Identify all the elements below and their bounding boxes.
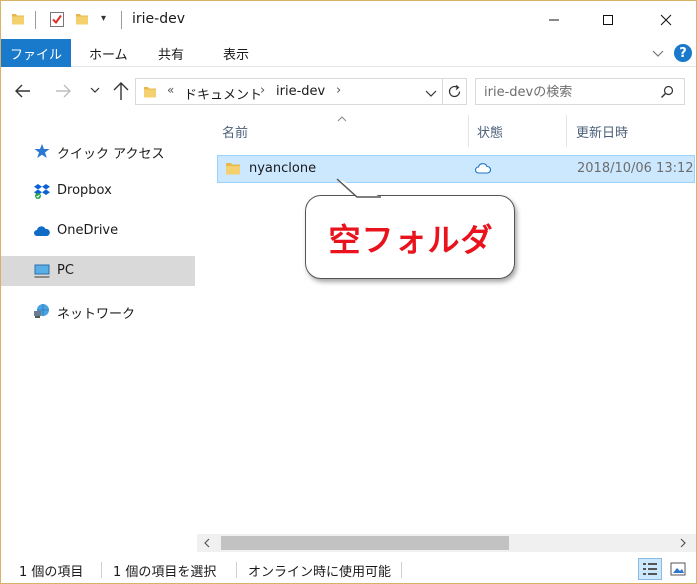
scroll-left-icon[interactable] (201, 536, 213, 550)
pc-icon (34, 264, 50, 278)
sidebar-item-label: OneDrive (57, 223, 119, 238)
breadcrumb-irie-dev[interactable]: irie-dev (276, 84, 325, 99)
folder-icon (226, 163, 240, 175)
address-overflow[interactable]: « (167, 83, 174, 97)
star-icon (34, 144, 50, 158)
column-header-status[interactable]: 状態 (477, 115, 503, 147)
column-divider[interactable] (468, 115, 469, 147)
dropbox-icon (34, 184, 50, 199)
tab-share[interactable]: 共有 (158, 39, 184, 67)
large-icons-view-button[interactable] (666, 558, 690, 580)
sidebar-item-network[interactable]: ネットワーク (1, 296, 195, 326)
search-icon[interactable] (660, 85, 674, 99)
address-bar[interactable]: « ドキュメント › irie-dev › (135, 78, 443, 105)
minimize-icon (549, 19, 559, 21)
breadcrumb-documents[interactable]: ドキュメント (184, 84, 262, 103)
address-dropdown-icon[interactable] (425, 87, 437, 99)
ribbon-tabs: ファイル ホーム 共有 表示 ? (1, 39, 696, 67)
back-arrow-icon[interactable] (13, 81, 33, 101)
network-icon (34, 304, 49, 318)
sidebar-item-label: PC (57, 263, 74, 278)
folder-icon[interactable] (11, 12, 25, 26)
close-icon (660, 14, 672, 26)
scrollbar-thumb[interactable] (221, 536, 509, 550)
status-divider (236, 562, 237, 578)
search-box[interactable] (475, 78, 685, 105)
expand-ribbon-icon[interactable] (652, 47, 664, 59)
file-name: nyanclone (249, 161, 317, 176)
breadcrumb-chevron-icon[interactable]: › (336, 83, 341, 98)
horizontal-scrollbar[interactable] (197, 534, 696, 552)
sidebar-item-dropbox[interactable]: Dropbox (1, 176, 195, 206)
properties-icon[interactable] (49, 11, 65, 28)
tab-home[interactable]: ホーム (89, 39, 128, 67)
title-separator (121, 11, 122, 29)
item-count: 1 個の項目 (19, 565, 84, 580)
callout-text: 空フォルダ (328, 221, 494, 259)
availability-status: オンライン時に使用可能 (248, 565, 392, 580)
large-icons-view-icon (670, 562, 686, 576)
help-icon[interactable]: ? (674, 44, 692, 62)
maximize-button[interactable] (585, 1, 631, 39)
column-header-modified[interactable]: 更新日時 (576, 115, 628, 147)
onedrive-icon (34, 226, 50, 236)
close-button[interactable] (643, 1, 689, 39)
details-view-button[interactable] (638, 558, 662, 580)
navigation-bar: « ドキュメント › irie-dev › (1, 67, 696, 115)
sidebar-item-onedrive[interactable]: OneDrive (1, 216, 195, 246)
minimize-button[interactable] (531, 1, 577, 39)
status-divider (101, 562, 102, 578)
title-bar: ▾ irie-dev (1, 1, 696, 39)
search-input[interactable] (484, 83, 654, 101)
sidebar-item-pc[interactable]: PC (1, 256, 195, 286)
breadcrumb-chevron-icon[interactable]: › (260, 83, 265, 98)
cloud-icon (475, 163, 492, 174)
sidebar-item-label: ネットワーク (57, 307, 136, 322)
maximize-icon (603, 15, 613, 25)
sidebar-item-label: クイック アクセス (57, 147, 165, 162)
navigation-pane: クイック アクセス Dropbox OneDrive PC ネットワーク (1, 115, 197, 527)
refresh-icon (448, 85, 461, 98)
status-divider (401, 562, 402, 578)
sidebar-item-quick-access[interactable]: クイック アクセス (1, 136, 195, 166)
refresh-button[interactable] (443, 78, 467, 105)
customize-toolbar-icon[interactable]: ▾ (101, 13, 106, 24)
file-modified-date: 2018/10/06 13:12 (577, 161, 694, 176)
callout-pointer (336, 178, 381, 198)
tab-file[interactable]: ファイル (1, 39, 71, 67)
status-bar: 1 個の項目 1 個の項目を選択 オンライン時に使用可能 (1, 556, 696, 583)
column-divider[interactable] (566, 115, 567, 147)
annotation-callout: 空フォルダ (305, 195, 515, 279)
recent-locations-icon[interactable] (89, 84, 101, 96)
sidebar-item-label: Dropbox (57, 183, 112, 198)
file-row[interactable]: nyanclone 2018/10/06 13:12 (217, 155, 695, 183)
window-title: irie-dev (132, 11, 185, 27)
sort-ascending-icon (337, 116, 347, 122)
tab-view[interactable]: 表示 (223, 39, 249, 67)
file-list: 名前 状態 更新日時 nyanclone 2018/10/06 13:12 (197, 115, 696, 527)
selected-count: 1 個の項目を選択 (113, 565, 217, 580)
explorer-window: ▾ irie-dev ファイル ホーム 共有 表示 ? « ドキュメント › i… (0, 0, 697, 584)
details-view-icon (643, 563, 657, 575)
quick-access-separator (35, 11, 36, 29)
forward-arrow-icon[interactable] (53, 81, 73, 101)
folder-icon (144, 87, 156, 98)
column-header-name[interactable]: 名前 (222, 115, 248, 147)
new-folder-icon[interactable] (75, 12, 89, 26)
up-arrow-icon[interactable] (111, 80, 131, 102)
scroll-right-icon[interactable] (677, 536, 689, 550)
